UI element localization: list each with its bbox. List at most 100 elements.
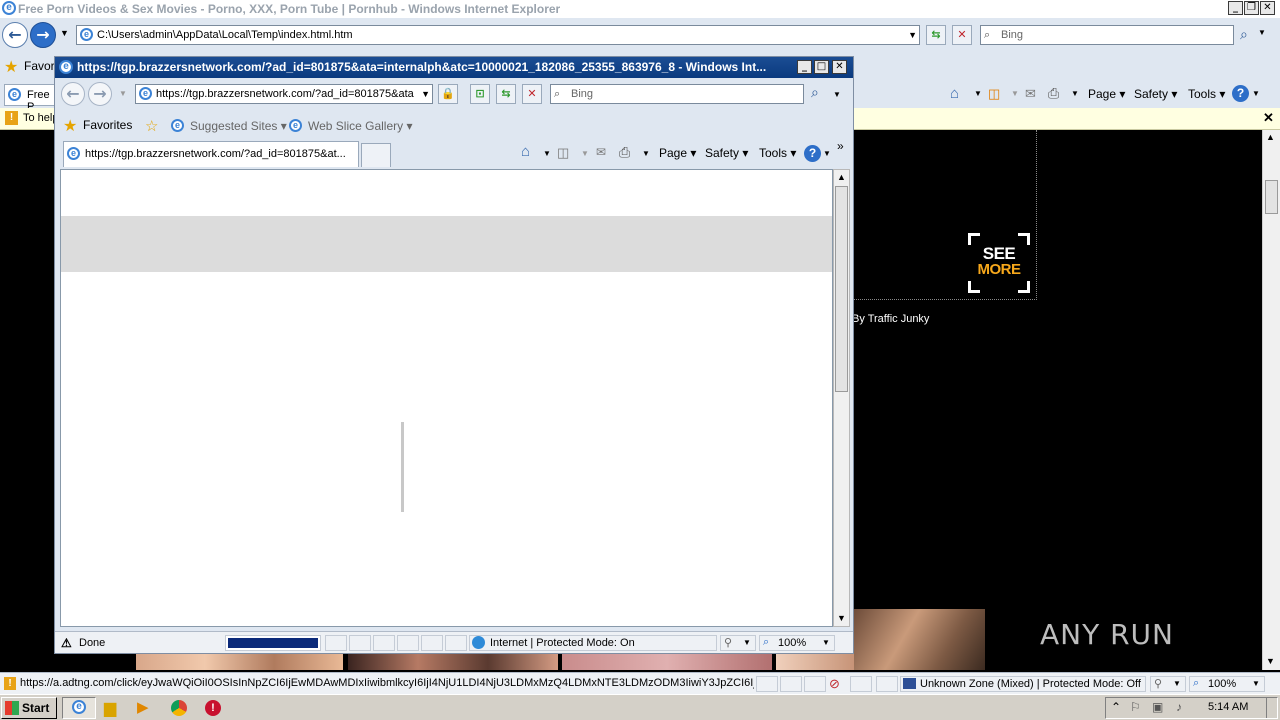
popup-recent-chevron-icon[interactable]: ▼ bbox=[119, 89, 127, 98]
help-icon[interactable]: ? bbox=[1232, 85, 1249, 102]
popup-zoom-control[interactable]: ⌕ 100% ▼ bbox=[759, 635, 835, 651]
chrome-icon[interactable] bbox=[171, 700, 187, 716]
scroll-thumb[interactable] bbox=[835, 186, 848, 392]
mail-icon[interactable]: ✉ bbox=[1025, 86, 1036, 102]
refresh-icon[interactable]: ⇆ bbox=[926, 25, 946, 45]
suggested-sites-link[interactable]: Suggested Sites ▾ bbox=[190, 119, 287, 133]
home-chevron-icon[interactable]: ▼ bbox=[974, 89, 982, 98]
popup-tools-menu[interactable]: Tools ▾ bbox=[759, 146, 796, 160]
infobar-close-icon[interactable]: ✕ bbox=[1263, 110, 1274, 126]
popup-more-chevron-icon[interactable]: » bbox=[837, 139, 844, 153]
bg-page-menu[interactable]: Page ▾ bbox=[1088, 87, 1125, 101]
help-chevron-icon[interactable]: ▼ bbox=[1252, 89, 1260, 98]
popup-maximize-button[interactable]: □ bbox=[814, 60, 829, 74]
print-icon[interactable]: ⎙ bbox=[1048, 85, 1059, 102]
popup-forward-button[interactable]: → bbox=[88, 82, 112, 106]
security-zone-cell[interactable]: Internet | Protected Mode: On bbox=[469, 635, 717, 651]
address-dropdown-icon[interactable]: ▼ bbox=[908, 26, 917, 44]
popup-feeds-chevron-icon[interactable]: ▼ bbox=[581, 149, 589, 158]
forward-button[interactable]: → bbox=[30, 22, 56, 48]
bg-tab[interactable]: e Free P bbox=[4, 84, 56, 113]
bg-vertical-scrollbar[interactable]: ▲ ▼ bbox=[1262, 130, 1280, 670]
popup-favorites-star-icon[interactable]: ★ bbox=[63, 116, 77, 136]
bg-zoom-control[interactable]: ⌕ 100% ▼ bbox=[1189, 676, 1265, 692]
close-button[interactable]: ✕ bbox=[1260, 1, 1275, 15]
bg-protected-mode-cell[interactable]: ⚲ ▼ bbox=[1150, 676, 1186, 692]
video-thumbnail[interactable] bbox=[136, 654, 343, 670]
popup-close-button[interactable]: ✕ bbox=[832, 60, 847, 74]
web-slice-gallery-link[interactable]: Web Slice Gallery ▾ bbox=[308, 119, 413, 133]
explorer-folder-icon[interactable]: ▆ bbox=[104, 698, 124, 718]
scroll-up-icon[interactable]: ▲ bbox=[837, 172, 846, 182]
add-favorites-icon[interactable]: ☆ bbox=[145, 117, 158, 135]
popup-page-menu[interactable]: Page ▾ bbox=[659, 146, 696, 160]
compatibility-view-icon[interactable]: ⊡ bbox=[470, 84, 490, 104]
feeds-icon[interactable]: ◫ bbox=[988, 86, 1000, 102]
scroll-down-icon[interactable]: ▼ bbox=[837, 613, 846, 623]
back-button[interactable]: ← bbox=[2, 22, 28, 48]
video-thumbnail[interactable] bbox=[853, 609, 985, 670]
popup-protected-mode-cell[interactable]: ⚲ ▼ bbox=[720, 635, 756, 651]
bg-safety-menu[interactable]: Safety ▾ bbox=[1134, 87, 1177, 101]
bg-search-input[interactable]: ⌕ Bing bbox=[980, 25, 1234, 45]
bg-address-bar[interactable]: e C:\Users\admin\AppData\Local\Temp\inde… bbox=[76, 25, 920, 45]
popup-search-go-icon[interactable]: ⌕ bbox=[811, 84, 819, 101]
popup-home-icon[interactable]: ⌂ bbox=[521, 143, 530, 160]
popup-back-button[interactable]: ← bbox=[61, 82, 85, 106]
print-chevron-icon[interactable]: ▼ bbox=[1071, 89, 1079, 98]
feeds-chevron-icon[interactable]: ▼ bbox=[1011, 89, 1019, 98]
video-thumbnail[interactable] bbox=[776, 654, 854, 670]
popup-search-input[interactable]: ⌕ Bing bbox=[550, 84, 804, 104]
scroll-up-icon[interactable]: ▲ bbox=[1266, 132, 1275, 142]
popup-address-dropdown-icon[interactable]: ▼ bbox=[421, 85, 430, 103]
chevron-down-icon: ▼ bbox=[822, 638, 830, 647]
popup-home-chevron-icon[interactable]: ▼ bbox=[543, 149, 551, 158]
show-hidden-icons-icon[interactable]: ⌃ bbox=[1111, 700, 1121, 714]
minimize-button[interactable]: _ bbox=[1228, 1, 1243, 15]
video-thumbnail[interactable] bbox=[562, 654, 772, 670]
popup-refresh-icon[interactable]: ⇆ bbox=[496, 84, 516, 104]
popup-help-chevron-icon[interactable]: ▼ bbox=[823, 149, 831, 158]
scroll-thumb[interactable] bbox=[1265, 180, 1278, 214]
network-icon[interactable]: ▣ bbox=[1152, 700, 1163, 714]
search-options-chevron-icon[interactable]: ▼ bbox=[1258, 28, 1266, 37]
popup-favorites-label[interactable]: Favorites bbox=[83, 118, 132, 132]
popup-vertical-scrollbar[interactable]: ▲ ▼ bbox=[833, 169, 850, 627]
lock-icon[interactable]: 🔒 bbox=[438, 84, 458, 104]
action-center-flag-icon[interactable]: ⚐ bbox=[1130, 700, 1141, 714]
popup-print-chevron-icon[interactable]: ▼ bbox=[642, 149, 650, 158]
antivirus-icon[interactable]: ! bbox=[205, 700, 221, 716]
popup-minimize-button[interactable]: _ bbox=[797, 60, 812, 74]
bg-tools-menu[interactable]: Tools ▾ bbox=[1188, 87, 1225, 101]
clock[interactable]: 5:14 AM bbox=[1208, 701, 1248, 713]
see-more-button[interactable]: SEE MORE bbox=[968, 233, 1030, 293]
bg-favorites-label[interactable]: Favori bbox=[24, 59, 57, 73]
popup-stop-icon[interactable]: ✕ bbox=[522, 84, 542, 104]
volume-icon[interactable]: ♪ bbox=[1176, 700, 1182, 714]
taskbar-ie-button[interactable]: e bbox=[62, 697, 96, 719]
home-icon[interactable]: ⌂ bbox=[950, 85, 959, 102]
recent-pages-chevron-icon[interactable]: ▼ bbox=[60, 28, 69, 38]
media-player-icon[interactable]: ▶ bbox=[137, 698, 157, 718]
page-load-progress bbox=[225, 635, 321, 651]
restore-button[interactable]: ❐ bbox=[1244, 1, 1259, 15]
popup-feeds-icon[interactable]: ◫ bbox=[557, 145, 569, 161]
popup-address-bar[interactable]: e https://tgp.brazzersnetwork.com/?ad_id… bbox=[135, 84, 433, 104]
popup-blocked-icon[interactable]: ⊘ bbox=[829, 676, 840, 692]
favorites-star-icon[interactable]: ★ bbox=[4, 57, 18, 77]
popup-help-icon[interactable]: ? bbox=[804, 145, 821, 162]
ad-attribution[interactable]: By Traffic Junky bbox=[852, 313, 929, 325]
search-go-icon[interactable]: ⌕ bbox=[1240, 26, 1248, 43]
video-thumbnail[interactable] bbox=[348, 654, 558, 670]
new-tab-button[interactable] bbox=[361, 143, 391, 167]
popup-search-chevron-icon[interactable]: ▼ bbox=[833, 90, 841, 99]
popup-safety-menu[interactable]: Safety ▾ bbox=[705, 146, 748, 160]
bg-security-zone-cell[interactable]: Unknown Zone (Mixed) | Protected Mode: O… bbox=[900, 676, 1146, 692]
start-button[interactable]: Start bbox=[1, 697, 57, 719]
popup-mail-icon[interactable]: ✉ bbox=[596, 145, 606, 159]
popup-tab[interactable]: e https://tgp.brazzersnetwork.com/?ad_id… bbox=[63, 141, 359, 167]
stop-icon[interactable]: ✕ bbox=[952, 25, 972, 45]
show-desktop-button[interactable] bbox=[1266, 698, 1278, 718]
popup-print-icon[interactable]: ⎙ bbox=[619, 144, 630, 161]
scroll-down-icon[interactable]: ▼ bbox=[1266, 656, 1275, 666]
